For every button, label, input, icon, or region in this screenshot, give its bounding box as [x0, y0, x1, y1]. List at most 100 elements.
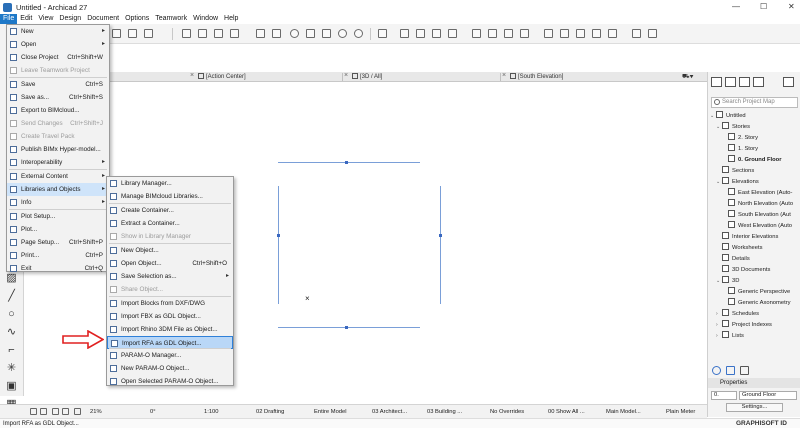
tree-item[interactable]: South Elevation (Aut [708, 210, 800, 221]
tree-item[interactable]: 3D Documents [708, 265, 800, 276]
tree-item[interactable]: Sections [708, 166, 800, 177]
library-menu-item-save-selection-as[interactable]: Save Selection as... ▸ [107, 270, 233, 283]
dimension-standard[interactable]: Plain Meter [666, 408, 695, 416]
file-menu-item-plot-setup[interactable]: Plot Setup... [7, 210, 109, 223]
menu-design[interactable]: Design [56, 14, 84, 24]
polyline-tool-icon[interactable]: ⌐ [5, 344, 18, 357]
marquee-icon[interactable] [128, 29, 137, 38]
spline-tool-icon[interactable]: ∿ [5, 326, 18, 339]
layout-book-icon[interactable] [739, 77, 750, 87]
tree-item[interactable]: Details [708, 254, 800, 265]
file-menu-item-new[interactable]: New ▸ [7, 25, 109, 38]
tree-item[interactable]: ⌄ Elevations [708, 177, 800, 188]
menu-icon[interactable] [783, 77, 794, 87]
figure-tool-icon[interactable]: ▣ [5, 380, 18, 393]
structure-display[interactable]: Main Model... [606, 408, 641, 416]
tree-item[interactable]: 1. Story [708, 144, 800, 155]
tree-item[interactable]: West Elevation (Auto [708, 221, 800, 232]
scale-value[interactable]: 1:100 [204, 408, 219, 416]
render-icon[interactable] [338, 29, 347, 38]
graphic-overrides[interactable]: No Overrides [490, 408, 524, 416]
offset-icon[interactable] [448, 29, 457, 38]
pen-set[interactable]: 03 Architect... [372, 408, 407, 416]
file-menu-item-page-setup[interactable]: Page Setup... Ctrl+Shift+P [7, 236, 109, 249]
library-menu-item-import-fbx-as-gdl-object[interactable]: Import FBX as GDL Object... [107, 310, 233, 323]
fit-icon[interactable] [74, 408, 81, 415]
library-menu-item-show-in-library-manager[interactable]: Show in Library Manager [107, 230, 233, 243]
file-menu-item-libraries-and-objects[interactable]: Libraries and Objects ▸ [7, 183, 109, 196]
lock-icon[interactable] [256, 29, 265, 38]
tree-item[interactable]: Worksheets [708, 243, 800, 254]
library-menu-item-import-blocks-from-dxf-dwg[interactable]: Import Blocks from DXF/DWG [107, 297, 233, 310]
gravity-icon[interactable] [182, 29, 191, 38]
3d-window-icon[interactable] [648, 29, 657, 38]
tree-item[interactable]: › Schedules [708, 309, 800, 320]
globe-icon[interactable] [290, 29, 299, 38]
stretch-icon[interactable] [576, 29, 585, 38]
file-menu-item-save-as[interactable]: Save as... Ctrl+Shift+S [7, 91, 109, 104]
menu-file[interactable]: File [0, 14, 18, 24]
library-menu-item-new-object[interactable]: New Object... [107, 244, 233, 257]
close-button[interactable]: ✕ [788, 2, 795, 11]
library-menu-item-open-object[interactable]: Open Object... Ctrl+Shift+O [107, 257, 233, 270]
tab-action-center[interactable]: [Action Center] [198, 72, 246, 82]
tree-item[interactable]: Interior Elevations [708, 232, 800, 243]
mirror-icon[interactable] [432, 29, 441, 38]
file-menu-item-send-changes[interactable]: Send Changes Ctrl+Shift+J [7, 117, 109, 130]
project-map-icon[interactable] [711, 77, 722, 87]
resize-icon[interactable] [592, 29, 601, 38]
tree-item[interactable]: ⌄ 3D [708, 276, 800, 287]
minimize-button[interactable]: — [732, 2, 740, 11]
file-menu-item-leave-teamwork-project[interactable]: Leave Teamwork Project [7, 64, 109, 77]
elevate-icon[interactable] [608, 29, 617, 38]
publisher-icon[interactable] [753, 77, 764, 87]
file-menu-item-close-project[interactable]: Close Project Ctrl+Shift+W [7, 51, 109, 64]
library-menu-item-library-manager[interactable]: Library Manager... [107, 177, 233, 190]
add-view-icon[interactable] [712, 366, 721, 375]
menu-help[interactable]: Help [221, 14, 241, 24]
favorites-icon[interactable] [632, 29, 641, 38]
menu-view[interactable]: View [35, 14, 56, 24]
zoom-out-icon[interactable] [62, 408, 69, 415]
properties-header[interactable]: Properties [708, 378, 800, 388]
align-icon[interactable] [544, 29, 553, 38]
box-icon[interactable] [230, 29, 239, 38]
file-menu-item-open[interactable]: Open ▸ [7, 38, 109, 51]
delete-icon[interactable] [740, 366, 749, 375]
menu-document[interactable]: Document [84, 14, 122, 24]
file-menu-item-create-travel-pack[interactable]: Create Travel Pack [7, 130, 109, 143]
story-number-field[interactable]: 0. [711, 391, 737, 400]
navigator-icon[interactable] [354, 29, 363, 38]
tab-close-icon[interactable]: × [344, 72, 348, 79]
line-tool-icon[interactable]: ╱ [5, 290, 18, 303]
zoom-level[interactable]: 21% [90, 408, 102, 416]
pen-icon[interactable] [198, 29, 207, 38]
tree-item[interactable]: › Lists [708, 331, 800, 342]
renovation-filter[interactable]: 00 Show All ... [548, 408, 585, 416]
layer-combination[interactable]: 02 Drafting [256, 408, 284, 416]
fill-icon[interactable] [214, 29, 223, 38]
undo-icon[interactable] [30, 408, 37, 415]
car-icon[interactable]: ⛟▾ [682, 72, 694, 82]
file-menu-item-export-to-bimcloud[interactable]: Export to BIMcloud... [7, 104, 109, 117]
tab-3d-all[interactable]: [3D / All] [352, 72, 382, 82]
library-menu-item-open-selected-param-o-object[interactable]: Open Selected PARAM-O Object... [107, 375, 233, 388]
menu-edit[interactable]: Edit [17, 14, 35, 24]
file-menu-item-save[interactable]: Save Ctrl+S [7, 78, 109, 91]
zoom-in-icon[interactable] [52, 408, 59, 415]
file-menu-item-publish-bimx-hyper-model[interactable]: Publish BIMx Hyper-model... [7, 143, 109, 156]
tree-item[interactable]: North Elevation (Auto [708, 199, 800, 210]
move-icon[interactable] [400, 29, 409, 38]
distribute-icon[interactable] [560, 29, 569, 38]
model-view-option[interactable]: 03 Building ... [427, 408, 462, 416]
hotspot-tool-icon[interactable]: ✳ [5, 362, 18, 375]
circle-tool-icon[interactable]: ○ [5, 308, 18, 321]
file-menu-item-external-content[interactable]: External Content ▸ [7, 170, 109, 183]
library-menu-item-manage-bimcloud-libraries[interactable]: Manage BIMcloud Libraries... [107, 190, 233, 203]
tree-item[interactable]: ⌄ Stories [708, 122, 800, 133]
file-menu-item-info[interactable]: Info ▸ [7, 196, 109, 209]
library-menu-item-share-object[interactable]: Share Object... [107, 283, 233, 296]
tree-item[interactable]: Generic Perspective [708, 287, 800, 298]
tree-item[interactable]: › Project Indexes [708, 320, 800, 331]
redo-icon[interactable] [40, 408, 47, 415]
